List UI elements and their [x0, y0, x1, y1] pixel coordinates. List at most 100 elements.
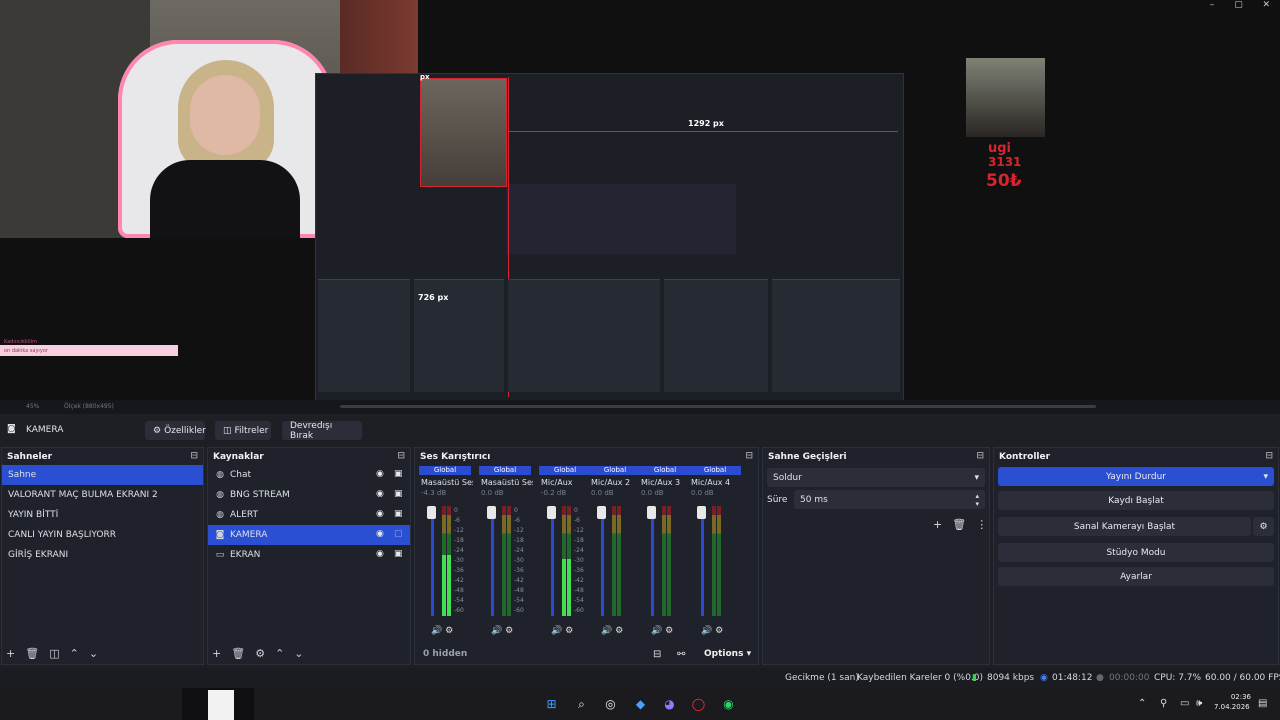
stepper-icon[interactable]: ▴ ▾	[975, 492, 979, 508]
studio-mode-button[interactable]: Stüdyo Modu	[998, 543, 1274, 562]
arrow-up-icon[interactable]: ⌃	[275, 647, 284, 660]
maximize-button[interactable]: ▢	[1234, 0, 1243, 14]
gear-icon[interactable]: ⚙	[615, 626, 623, 636]
add-icon[interactable]: +	[6, 647, 15, 660]
source-item[interactable]: ◍ ALERT ◉ ▣	[208, 505, 410, 525]
filter-icon[interactable]: ◫	[49, 647, 59, 660]
clock-time[interactable]: 02:36	[1225, 693, 1251, 701]
eye-icon[interactable]: ◉	[376, 509, 384, 519]
notification-icon[interactable]: ▤	[1258, 698, 1267, 709]
add-icon[interactable]: +	[933, 518, 942, 531]
gear-icon[interactable]: ⚙	[445, 626, 453, 636]
eye-icon[interactable]: ◉	[376, 469, 384, 479]
volume-slider[interactable]	[431, 506, 434, 616]
speaker-icon[interactable]: 🔊	[431, 626, 442, 636]
more-icon[interactable]: ⋮	[976, 518, 987, 531]
list-icon[interactable]: ⊟	[653, 649, 661, 660]
scene-item[interactable]: Sahne	[2, 465, 203, 485]
link-icon[interactable]: ⚯	[677, 649, 685, 660]
obs-icon[interactable]: ◎	[602, 696, 619, 713]
volume-slider-knob[interactable]	[547, 506, 556, 519]
gear-icon[interactable]: ⚙	[665, 626, 673, 636]
whatsapp-icon[interactable]: ◉	[720, 696, 737, 713]
channel-name[interactable]: Mic/Aux 2	[587, 478, 643, 487]
opera-icon[interactable]: ◯	[690, 696, 707, 713]
volume-slider-knob[interactable]	[487, 506, 496, 519]
volume-icon[interactable]: 🕪	[1196, 698, 1202, 709]
dock-menu-icon[interactable]: ⊟	[397, 451, 405, 461]
scene-item[interactable]: VALORANT MAÇ BULMA EKRANI 2	[2, 485, 203, 505]
dock-menu-icon[interactable]: ⊟	[1265, 451, 1273, 461]
minimize-button[interactable]: –	[1210, 0, 1215, 14]
properties-button[interactable]: ⚙ Özellikler	[145, 421, 206, 440]
lock-icon[interactable]: ▣	[394, 509, 403, 519]
app-icon[interactable]: ◆	[632, 696, 649, 713]
gear-icon[interactable]: ⚙	[1253, 517, 1274, 536]
zoom-level[interactable]: 45%	[26, 403, 39, 410]
start-virtual-camera-button[interactable]: Sanal Kamerayı Başlat	[998, 517, 1251, 536]
clock-date[interactable]: 7.04.2026	[1214, 703, 1250, 711]
mic-icon[interactable]: ⚲	[1160, 698, 1167, 709]
scene-item[interactable]: CANLI YAYIN BAŞLIYORR	[2, 525, 203, 545]
channel-name[interactable]: Mic/Aux 3	[637, 478, 693, 487]
trash-icon[interactable]: 🗑	[231, 647, 245, 660]
source-item[interactable]: ◙ KAMERA ◉ ▢	[208, 525, 410, 545]
scene-item[interactable]: GİRİŞ EKRANI	[2, 545, 203, 565]
hidden-count[interactable]: 0 hidden	[423, 649, 467, 659]
eye-icon[interactable]: ◉	[376, 489, 384, 499]
speaker-icon[interactable]: 🔊	[701, 626, 712, 636]
disable-button[interactable]: Devredışı Bırak	[282, 421, 362, 441]
start-recording-button[interactable]: Kaydı Başlat	[998, 491, 1274, 510]
dock-menu-icon[interactable]: ⊟	[190, 451, 198, 461]
channel-name[interactable]: Mic/Aux	[537, 478, 593, 487]
eye-icon[interactable]: ◉	[376, 549, 384, 559]
stop-streaming-button[interactable]: Yayını Durdur ▾	[998, 467, 1274, 486]
arrow-up-icon[interactable]: ⌃	[70, 647, 79, 660]
channel-name[interactable]: Masaüstü Ses 2	[477, 478, 533, 487]
program-preview[interactable]: Kadıncıkkilim on dakika sayıyor px 1292 …	[0, 0, 1280, 400]
volume-slider-knob[interactable]	[697, 506, 706, 519]
arrow-down-icon[interactable]: ⌄	[89, 647, 98, 660]
source-item[interactable]: ▭ EKRAN ◉ ▣	[208, 545, 410, 565]
gear-icon[interactable]: ⚙	[715, 626, 723, 636]
filters-button[interactable]: ◫ Filtreler	[215, 421, 271, 440]
arrow-down-icon[interactable]: ⌄	[294, 647, 303, 660]
add-icon[interactable]: +	[212, 647, 221, 660]
lock-icon[interactable]: ▣	[394, 469, 403, 479]
channel-name[interactable]: Masaüstü Ses	[417, 478, 473, 487]
chevron-down-icon[interactable]: ▾	[1263, 472, 1268, 482]
volume-slider-knob[interactable]	[647, 506, 656, 519]
speaker-icon[interactable]: 🔊	[651, 626, 662, 636]
dock-menu-icon[interactable]: ⊟	[745, 451, 753, 461]
trash-icon[interactable]: 🗑	[25, 647, 39, 660]
lock-icon[interactable]: ▣	[394, 489, 403, 499]
gear-icon[interactable]: ⚙	[505, 626, 513, 636]
canvas-scale-label[interactable]: Ölçek (880x495)	[64, 403, 114, 410]
volume-slider-knob[interactable]	[597, 506, 606, 519]
discord-icon[interactable]: ◕	[661, 696, 678, 713]
channel-name[interactable]: Mic/Aux 4	[687, 478, 743, 487]
eye-icon[interactable]: ◉	[376, 529, 384, 539]
volume-slider[interactable]	[651, 506, 654, 616]
speaker-icon[interactable]: 🔊	[491, 626, 502, 636]
volume-slider-knob[interactable]	[427, 506, 436, 519]
source-item[interactable]: ◍ BNG STREAM ◉ ▣	[208, 485, 410, 505]
windows-start-icon[interactable]: ⊞	[543, 696, 560, 713]
network-icon[interactable]: ▭	[1180, 698, 1189, 709]
source-item[interactable]: ◍ Chat ◉ ▣	[208, 465, 410, 485]
gear-icon[interactable]: ⚙	[565, 626, 573, 636]
preview-scrollbar[interactable]	[340, 405, 1096, 408]
transition-select[interactable]: Soldur ▾	[767, 468, 985, 487]
speaker-icon[interactable]: 🔊	[601, 626, 612, 636]
speaker-icon[interactable]: 🔊	[551, 626, 562, 636]
unlock-icon[interactable]: ▢	[394, 529, 403, 539]
tray-chevron-icon[interactable]: ⌃	[1138, 698, 1146, 709]
volume-slider[interactable]	[491, 506, 494, 616]
duration-input[interactable]: 50 ms ▴ ▾	[794, 490, 985, 509]
search-icon[interactable]: ⌕	[573, 696, 590, 713]
options-button[interactable]: Options ▾	[704, 649, 751, 659]
scene-item[interactable]: YAYIN BİTTİ	[2, 505, 203, 525]
gear-icon[interactable]: ⚙	[255, 647, 265, 660]
lock-icon[interactable]: ▣	[394, 549, 403, 559]
volume-slider[interactable]	[601, 506, 604, 616]
